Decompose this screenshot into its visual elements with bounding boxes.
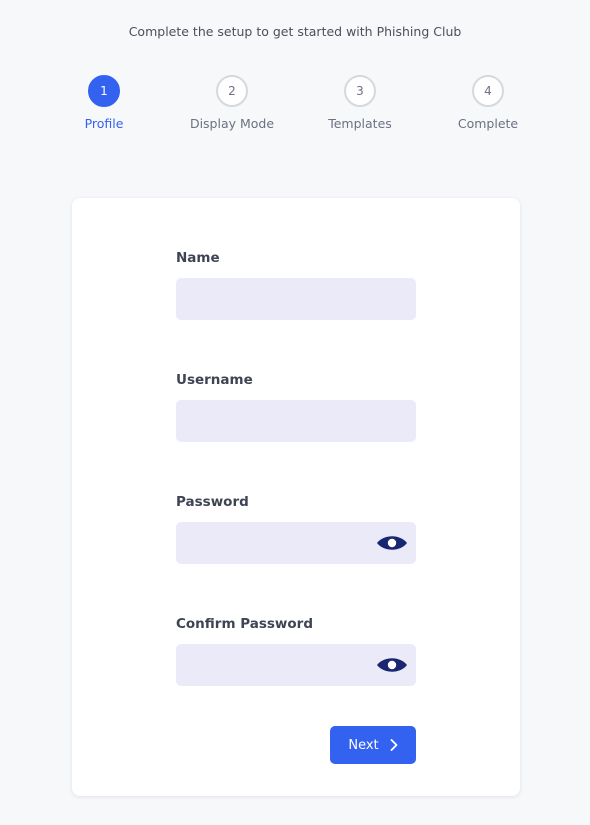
password-label: Password (176, 494, 249, 510)
step-label: Complete (457, 116, 519, 131)
name-label: Name (176, 250, 220, 266)
step-label: Templates (328, 116, 392, 131)
chevron-right-icon (390, 739, 398, 751)
next-button[interactable]: Next (330, 726, 416, 764)
eye-icon[interactable] (376, 534, 408, 552)
step-number: 3 (344, 75, 376, 107)
name-input-box (176, 278, 416, 320)
username-label: Username (176, 372, 253, 388)
confirm-password-field: Confirm Password (176, 614, 416, 686)
step-number: 2 (216, 75, 248, 107)
step-templates[interactable]: 3 Templates (305, 75, 415, 131)
step-label: Profile (84, 116, 124, 131)
setup-subtitle: Complete the setup to get started with P… (128, 24, 462, 39)
setup-stepper: 1 Profile 2 Display Mode 3 Templates 4 C… (0, 75, 590, 145)
password-input-box (176, 522, 416, 564)
username-input[interactable] (176, 400, 400, 442)
step-label: Display Mode (189, 116, 275, 131)
password-field: Password (176, 492, 416, 564)
username-input-box (176, 400, 416, 442)
name-field: Name (176, 248, 416, 320)
confirm-password-input[interactable] (176, 644, 400, 686)
step-display-mode[interactable]: 2 Display Mode (177, 75, 287, 131)
step-number: 1 (88, 75, 120, 107)
password-input[interactable] (176, 522, 400, 564)
username-field: Username (176, 370, 416, 442)
step-complete[interactable]: 4 Complete (433, 75, 543, 131)
step-profile[interactable]: 1 Profile (49, 75, 159, 131)
confirm-password-input-box (176, 644, 416, 686)
step-number: 4 (472, 75, 504, 107)
next-button-label: Next (348, 737, 379, 753)
profile-form-card: Name Username Password Confirm Password (72, 198, 520, 796)
name-input[interactable] (176, 278, 400, 320)
confirm-password-label: Confirm Password (176, 616, 314, 632)
eye-icon[interactable] (376, 656, 408, 674)
